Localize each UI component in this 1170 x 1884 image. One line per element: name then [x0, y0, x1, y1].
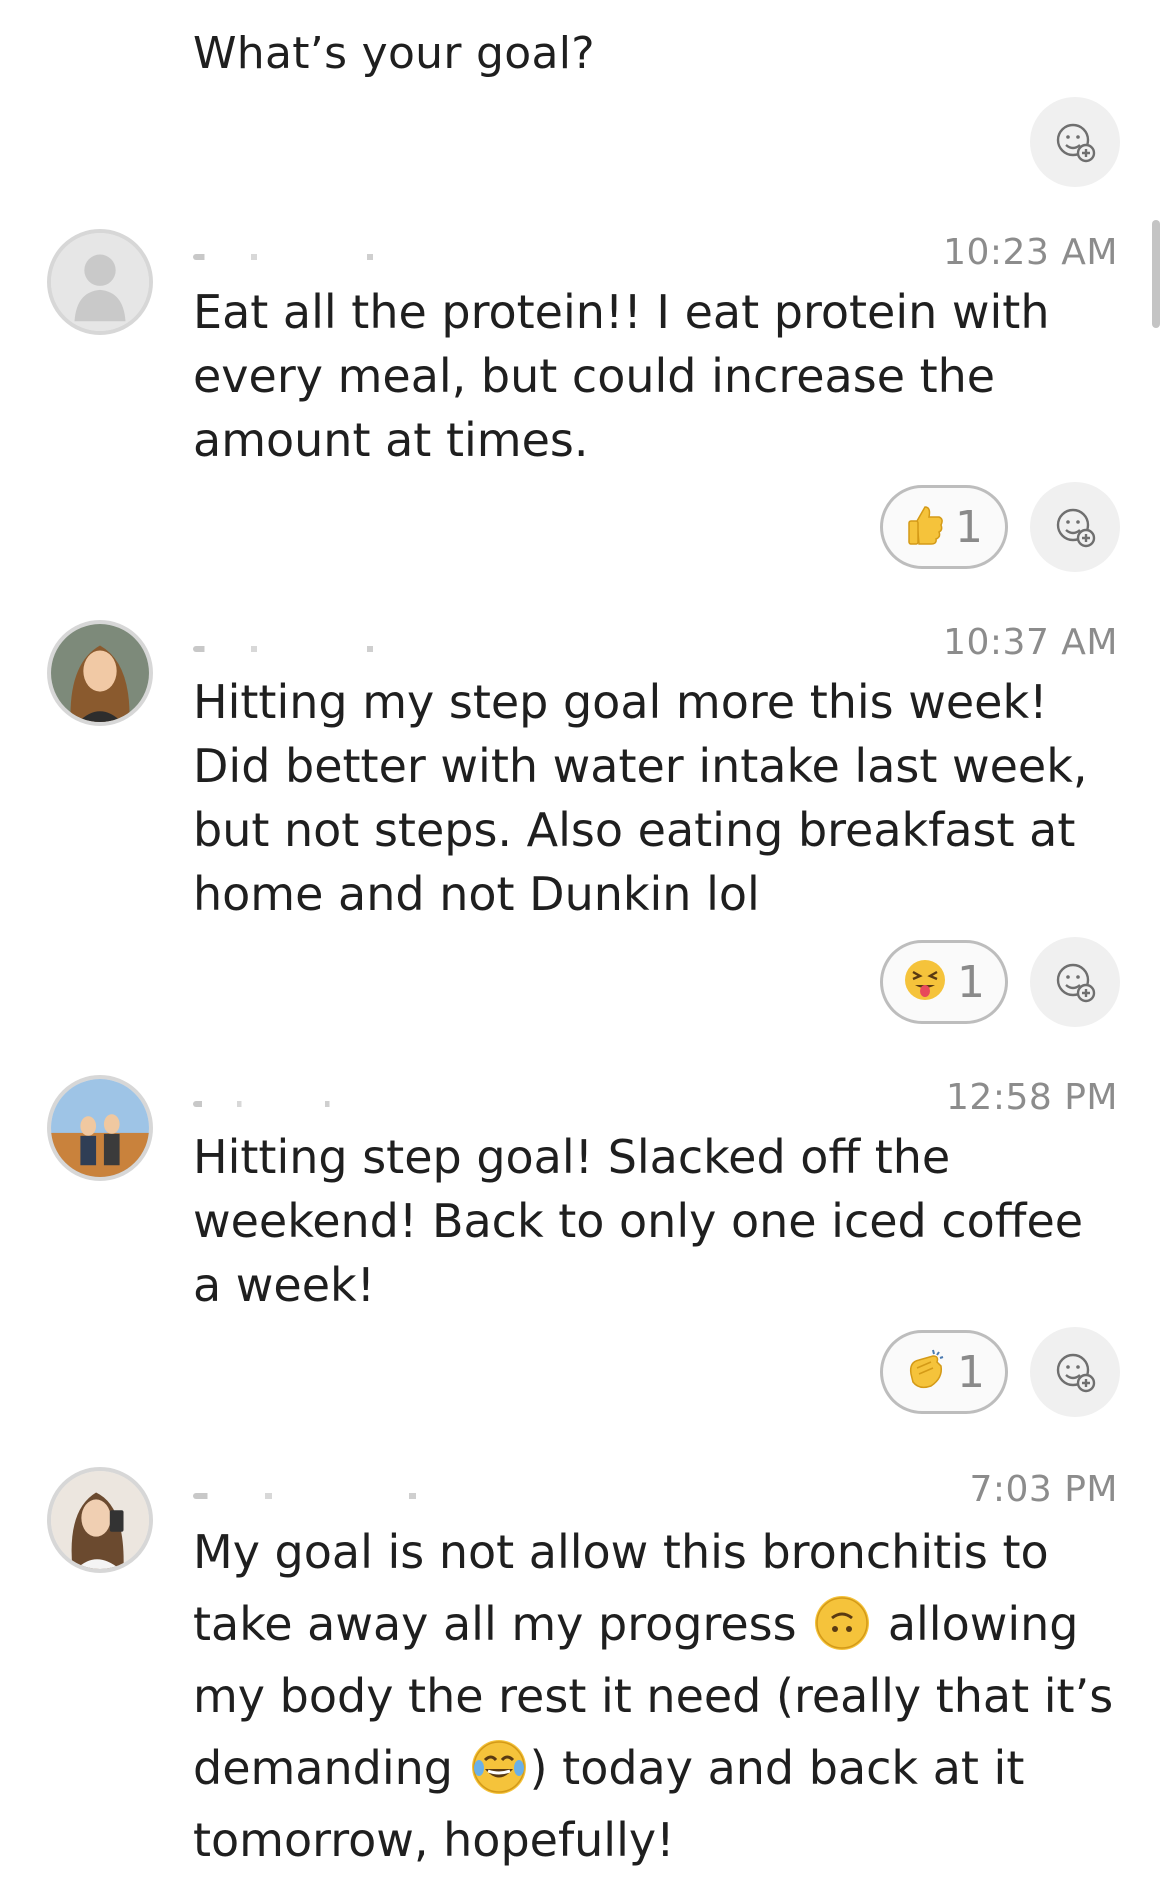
add-reaction-button[interactable]: [1030, 1327, 1120, 1417]
user-photo: [51, 624, 149, 722]
user-photo: [51, 1471, 149, 1569]
default-user-icon: [51, 233, 149, 331]
timestamp: 10:37 AM: [943, 622, 1118, 663]
author-name-redacted: [193, 646, 483, 652]
avatar[interactable]: [47, 620, 153, 726]
reaction-pill[interactable]: 1: [880, 940, 1008, 1024]
avatar[interactable]: [47, 229, 153, 335]
author-name-redacted: [193, 1101, 413, 1107]
reaction-pill[interactable]: 1: [880, 485, 1008, 569]
add-reaction-button[interactable]: [1030, 482, 1120, 572]
thumbs-up-icon: [905, 503, 945, 551]
clapping-hands-icon: [903, 1348, 947, 1396]
add-reaction-icon: [1056, 123, 1096, 163]
avatar[interactable]: [47, 1467, 153, 1573]
reaction-count: 1: [955, 501, 983, 553]
message-text: Hitting step goal! Slacked off the weeke…: [193, 1130, 1084, 1312]
reaction-count: 1: [957, 956, 985, 1008]
reaction-count: 1: [957, 1346, 985, 1398]
add-reaction-button[interactable]: [1030, 97, 1120, 187]
add-reaction-icon: [1056, 963, 1096, 1003]
avatar[interactable]: [47, 1075, 153, 1181]
add-reaction-icon: [1056, 508, 1096, 548]
message-text: Hitting my step goal more this week! Did…: [193, 675, 1088, 921]
timestamp: 10:23 AM: [943, 232, 1118, 273]
timestamp: 12:58 PM: [946, 1077, 1118, 1118]
message-text: Eat all the protein!! I eat protein with…: [193, 285, 1050, 467]
upside-down-face-icon: [815, 1596, 870, 1650]
author-name-redacted: [193, 1493, 553, 1499]
reaction-pill[interactable]: 1: [880, 1330, 1008, 1414]
crying-laughing-face-icon: [471, 1740, 526, 1794]
user-photo: [51, 1079, 149, 1177]
scrollbar[interactable]: [1152, 220, 1160, 328]
squinting-tongue-face-icon: [903, 958, 947, 1006]
timestamp: 7:03 PM: [969, 1469, 1118, 1510]
add-reaction-button[interactable]: [1030, 937, 1120, 1027]
add-reaction-icon: [1056, 1353, 1096, 1393]
message-text: My goal is not allow this bronchitis to …: [193, 1516, 1123, 1876]
author-name-redacted: [193, 254, 483, 260]
question-text: What’s your goal?: [193, 28, 595, 79]
